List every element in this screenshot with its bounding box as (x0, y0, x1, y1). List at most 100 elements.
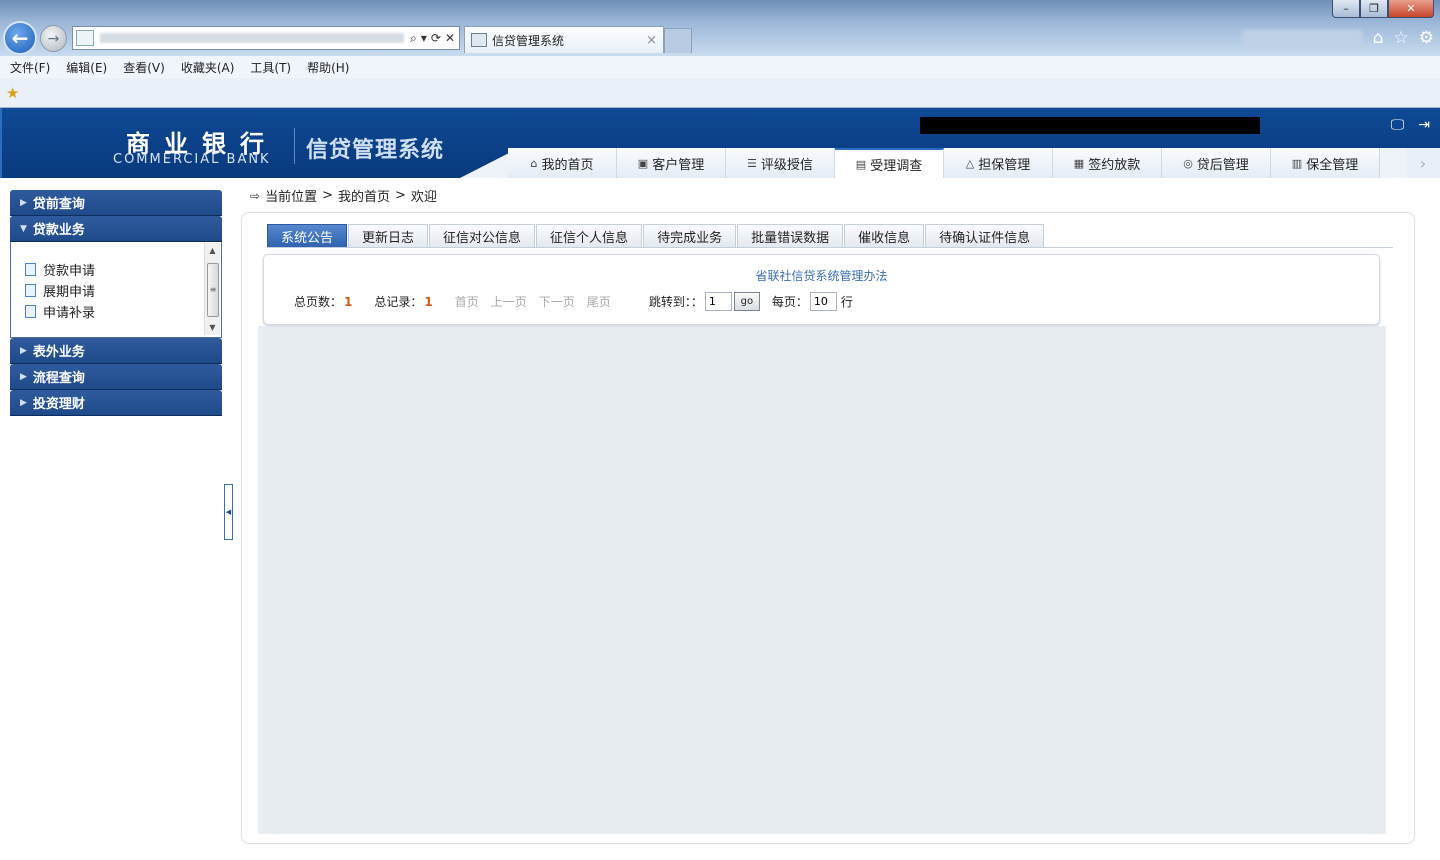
notice-list: 省联社信贷系统管理办法 总页数： 1 总记录： 1 首页 上一页 下一页 尾页 … (263, 254, 1380, 325)
total-records-label: 总记录： (374, 295, 423, 309)
sidebar-section-label: 投资理财 (32, 397, 85, 412)
favorites-icon[interactable]: ☆ (1394, 28, 1409, 48)
refresh-icon[interactable]: ⟳ (431, 31, 441, 46)
nav-item-rating[interactable]: ☰ 评级授信 (726, 148, 835, 178)
total-pages-label: 总页数： (294, 295, 343, 309)
header-icons: 🖵 ⇥ (1391, 117, 1430, 133)
monitor-icon[interactable]: 🖵 (1391, 117, 1405, 133)
home-icon[interactable]: ⌂ (1373, 28, 1384, 48)
tab-pending-business[interactable]: 待完成业务 (643, 224, 737, 247)
tab-system-notice[interactable]: 系统公告 (267, 224, 348, 247)
settings-gear-icon[interactable]: ⚙ (1419, 28, 1434, 48)
triangle-down-icon: ▼ (20, 223, 27, 234)
sidebar-section-loan-business[interactable]: ▼ 贷款业务 (10, 216, 222, 242)
system-title: 信贷管理系统 (306, 138, 445, 163)
menu-view[interactable]: 查看(V) (123, 59, 165, 76)
menu-tools[interactable]: 工具(T) (250, 59, 291, 76)
contract-icon: ▦ (1073, 156, 1085, 170)
document-icon (25, 305, 36, 318)
sidebar-item-label: 贷款申请 (43, 264, 96, 279)
sidebar-item-extension-application[interactable]: 展期申请 (11, 280, 221, 301)
menu-favorites[interactable]: 收藏夹(A) (181, 59, 235, 76)
back-button[interactable]: ← (3, 21, 37, 55)
survey-icon: ▤ (855, 157, 867, 171)
window-controls: – ❐ ✕ (1332, 0, 1434, 18)
address-url-redacted[interactable] (100, 33, 405, 43)
tab-pending-id-confirmation[interactable]: 待确认证件信息 (925, 224, 1045, 247)
next-page-link[interactable]: 下一页 (539, 293, 575, 310)
close-window-button[interactable]: ✕ (1388, 0, 1434, 18)
tab-personal-credit[interactable]: 征信个人信息 (536, 224, 643, 247)
sidebar-item-application-supplement[interactable]: 申请补录 (11, 301, 221, 322)
tab-collection-info[interactable]: 催收信息 (844, 224, 925, 247)
nav-label: 评级授信 (760, 157, 813, 173)
address-bar[interactable]: ⌕ ▾ ⟳ ✕ (72, 26, 460, 50)
sidebar-section-process-query[interactable]: ▶ 流程查询 (10, 364, 222, 390)
arrow-right-icon: → (47, 30, 60, 47)
jump-page-input[interactable] (704, 292, 732, 311)
rows-label: 行 (840, 295, 853, 309)
first-page-link[interactable]: 首页 (455, 293, 479, 310)
nav-item-acceptance[interactable]: ▤ 受理调查 (835, 148, 944, 178)
sidebar-item-label: 申请补录 (43, 306, 96, 321)
notice-title-link[interactable]: 省联社信贷系统管理办法 (264, 267, 1379, 284)
post-loan-icon: ◎ (1183, 156, 1193, 170)
prev-page-link[interactable]: 上一页 (491, 293, 527, 310)
browser-search-redacted[interactable] (1242, 30, 1362, 48)
tab-close-icon[interactable]: × (646, 33, 657, 48)
maximize-button[interactable]: ❐ (1360, 0, 1388, 18)
nav-item-post-loan[interactable]: ◎ 贷后管理 (1162, 148, 1271, 178)
total-records-value: 1 (424, 294, 433, 309)
minimize-button[interactable]: – (1332, 0, 1360, 18)
search-icon[interactable]: ⌕ (410, 31, 417, 46)
add-favorite-star-icon[interactable]: ★ (6, 84, 19, 102)
nav-item-home[interactable]: ⌂ 我的首页 (508, 148, 617, 178)
stop-icon[interactable]: ✕ (445, 31, 455, 46)
menu-edit[interactable]: 编辑(E) (66, 59, 107, 76)
forward-button[interactable]: → (40, 25, 67, 52)
subtab-bar: 系统公告 更新日志 征信对公信息 征信个人信息 待完成业务 批量错误数据 催收信… (267, 222, 1393, 248)
sidebar-scrollbar[interactable]: ▲ ≡ ▼ (204, 243, 220, 335)
home-icon: ⌂ (530, 156, 538, 170)
nav-label: 保全管理 (1306, 157, 1359, 173)
scroll-down-icon[interactable]: ▼ (205, 320, 220, 335)
favorites-bar: ★ (0, 78, 1440, 108)
nav-label: 贷后管理 (1196, 157, 1249, 173)
nav-scroll-right-icon[interactable]: › (1406, 148, 1440, 178)
nav-label: 我的首页 (541, 157, 594, 173)
nav-item-guarantee[interactable]: △ 担保管理 (944, 148, 1053, 178)
triangle-right-icon: ▶ (20, 371, 27, 382)
sidebar-section-pre-loan-query[interactable]: ▶ 贷前查询 (10, 190, 222, 216)
logo-english: COMMERCIAL BANK (113, 152, 271, 167)
logout-icon[interactable]: ⇥ (1418, 117, 1430, 133)
customer-icon: ▣ (637, 156, 649, 170)
triangle-right-icon: ▶ (20, 345, 27, 356)
location-arrow-icon: ⇨ (250, 188, 261, 203)
scroll-thumb[interactable]: ≡ (207, 263, 219, 317)
nav-item-preservation[interactable]: ▥ 保全管理 (1271, 148, 1380, 178)
nav-item-loan-signing[interactable]: ▦ 签约放款 (1053, 148, 1162, 178)
sidebar-section-investment[interactable]: ▶ 投资理财 (10, 390, 222, 416)
scroll-up-icon[interactable]: ▲ (205, 243, 220, 258)
tab-batch-error-data[interactable]: 批量错误数据 (737, 224, 844, 247)
last-page-link[interactable]: 尾页 (587, 293, 611, 310)
content-area (258, 326, 1386, 834)
browser-tab[interactable]: 信贷管理系统 × (464, 26, 664, 53)
breadcrumb-item-welcome: 欢迎 (410, 190, 437, 205)
breadcrumb-item-home[interactable]: 我的首页 (338, 186, 390, 205)
sidebar-section-off-balance[interactable]: ▶ 表外业务 (10, 338, 222, 364)
sidebar-item-loan-application[interactable]: 贷款申请 (11, 259, 221, 280)
go-button[interactable]: go (733, 292, 760, 311)
nav-item-customer[interactable]: ▣ 客户管理 (617, 148, 726, 178)
menu-help[interactable]: 帮助(H) (307, 59, 349, 76)
tab-corporate-credit[interactable]: 征信对公信息 (429, 224, 536, 247)
nav-label: 客户管理 (652, 157, 705, 173)
dropdown-icon[interactable]: ▾ (421, 31, 427, 46)
sidebar-section-label: 表外业务 (32, 345, 85, 360)
address-tools: ⌕ ▾ ⟳ ✕ (410, 31, 459, 46)
per-page-input[interactable] (809, 292, 837, 311)
new-tab-button[interactable] (664, 28, 692, 53)
tab-update-log[interactable]: 更新日志 (348, 224, 429, 247)
menu-file[interactable]: 文件(F) (10, 59, 50, 76)
sidebar-collapse-handle[interactable]: ◀ (224, 484, 233, 540)
